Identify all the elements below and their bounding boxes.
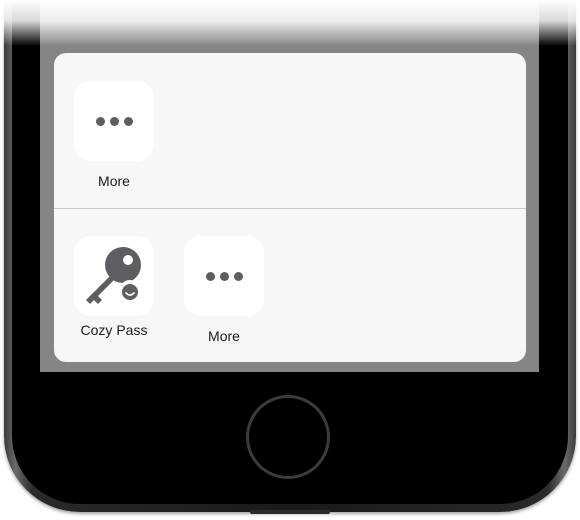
cozy-pass-tile[interactable] bbox=[74, 236, 154, 316]
activity-more-top[interactable]: More bbox=[74, 81, 154, 189]
device-frame-view: More Cozy Pass More bbox=[0, 0, 580, 520]
activity-more-bottom[interactable]: More bbox=[184, 236, 264, 344]
activity-more-label: More bbox=[98, 173, 130, 189]
activity-more-tile[interactable] bbox=[74, 81, 154, 161]
share-sheet: More Cozy Pass More bbox=[54, 53, 526, 362]
activity-more-tile[interactable] bbox=[184, 236, 264, 316]
cozy-pass-label: Cozy Pass bbox=[80, 322, 148, 338]
ellipsis-icon bbox=[95, 116, 133, 126]
home-button[interactable] bbox=[246, 395, 330, 479]
top-fade-overlay bbox=[0, 0, 580, 46]
ellipsis-icon bbox=[205, 271, 243, 281]
activity-more-label: More bbox=[208, 328, 240, 344]
key-icon bbox=[86, 247, 141, 304]
phone-bottom-edge bbox=[250, 510, 330, 514]
share-app-cozy-pass[interactable]: Cozy Pass bbox=[74, 236, 154, 338]
row-divider bbox=[54, 208, 526, 209]
